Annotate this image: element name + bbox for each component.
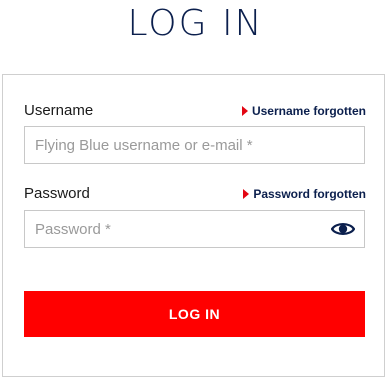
login-page: LOG IN Username Username forgotten Passw…: [0, 0, 391, 380]
password-forgotten-link[interactable]: Password forgotten: [243, 186, 366, 202]
login-form-card: Username Username forgotten Password Pas…: [2, 74, 385, 377]
page-title: LOG IN: [127, 3, 264, 44]
arrow-right-icon: [241, 106, 248, 116]
password-label: Password: [24, 185, 90, 202]
username-field-box: [24, 126, 365, 164]
username-forgotten-label: Username forgotten: [251, 104, 366, 118]
username-input[interactable]: [25, 127, 364, 163]
eye-icon[interactable]: [330, 220, 356, 238]
username-label: Username: [24, 102, 94, 119]
username-label-row: Username Username forgotten: [24, 102, 366, 120]
login-button[interactable]: LOG IN: [24, 291, 365, 337]
arrow-right-icon: [243, 189, 250, 199]
password-label-row: Password Password forgotten: [24, 185, 366, 203]
username-forgotten-link[interactable]: Username forgotten: [241, 103, 366, 119]
password-input[interactable]: [25, 211, 364, 247]
password-field-box: [24, 210, 365, 248]
password-forgotten-label: Password forgotten: [253, 187, 366, 201]
